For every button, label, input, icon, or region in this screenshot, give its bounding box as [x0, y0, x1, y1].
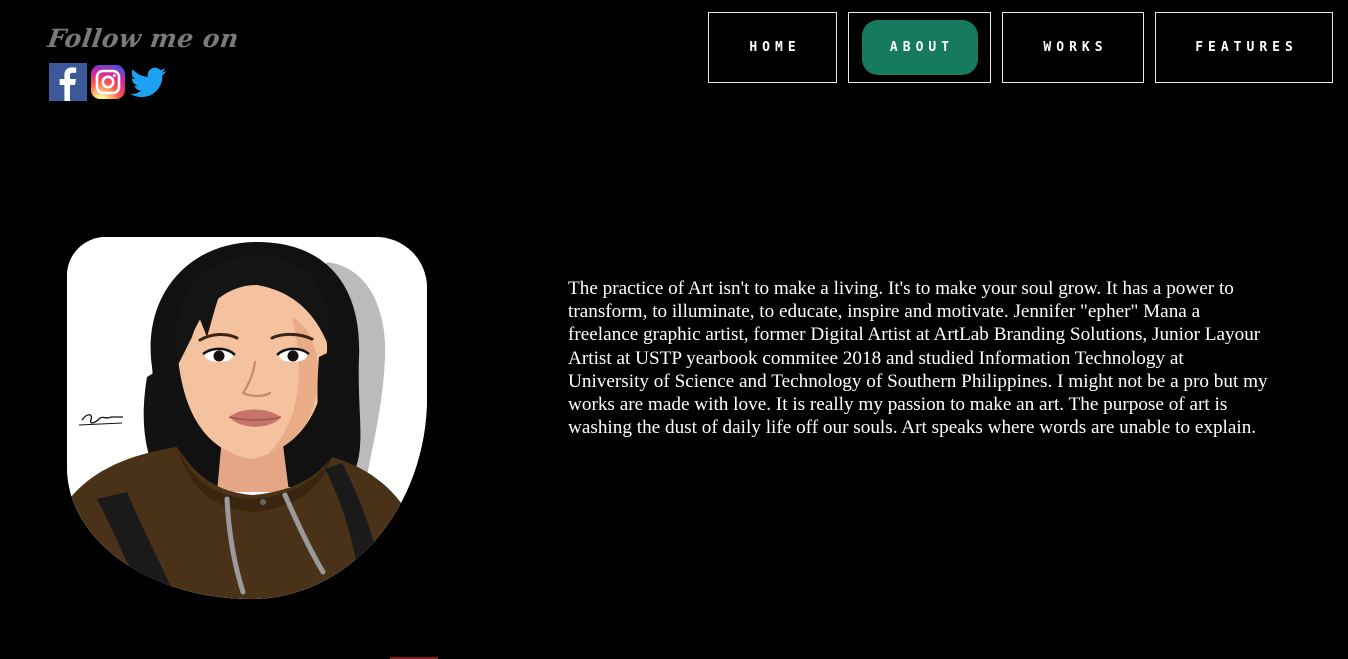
nav-features[interactable]: FEATURES: [1155, 12, 1333, 83]
about-bio-text: The practice of Art isn't to make a livi…: [568, 278, 1268, 439]
nav-works-label: WORKS: [1043, 40, 1108, 55]
nav-about[interactable]: ABOUT: [848, 12, 991, 83]
artist-portrait: [67, 237, 427, 599]
nav-about-label: ABOUT: [889, 40, 955, 55]
social-links: [48, 62, 168, 102]
instagram-icon[interactable]: [88, 62, 128, 102]
nav-about-active-pill[interactable]: ABOUT: [861, 20, 978, 75]
nav-home[interactable]: HOME: [708, 12, 837, 83]
nav-home-label: HOME: [749, 40, 801, 55]
follow-me-label: Follow me on: [45, 24, 241, 53]
twitter-icon[interactable]: [128, 62, 168, 102]
facebook-icon[interactable]: [48, 62, 88, 102]
nav-works[interactable]: WORKS: [1002, 12, 1144, 83]
nav-features-label: FEATURES: [1195, 40, 1298, 55]
portrait-illustration: [67, 237, 427, 599]
about-page: Follow me on HOME ABOUT WORKS FEATURES T…: [0, 0, 1348, 659]
